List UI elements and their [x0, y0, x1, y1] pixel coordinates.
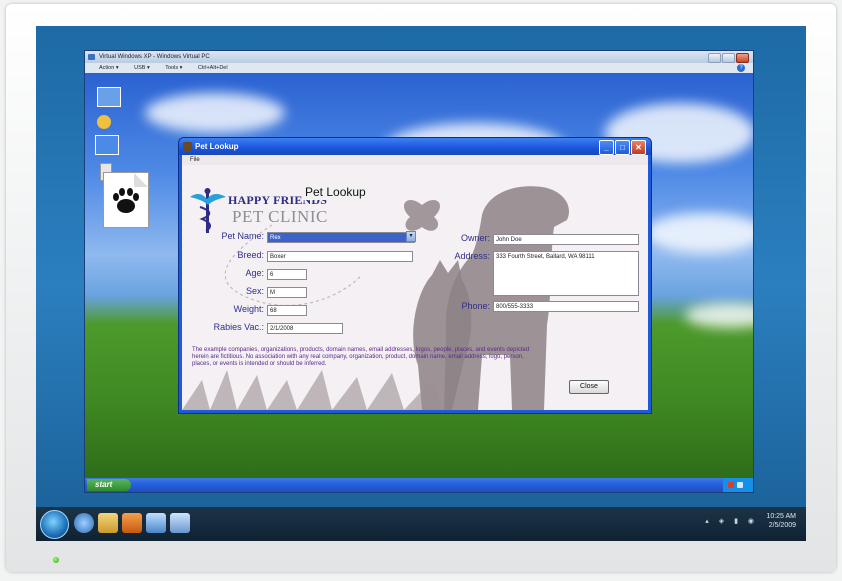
maximize-icon[interactable]: □ — [615, 140, 630, 155]
grass-silhouette — [182, 370, 444, 410]
tray-network-icon[interactable] — [728, 482, 734, 488]
vpc-title: Virtual Windows XP - Windows Virtual PC — [99, 54, 210, 60]
clock-date: 2/5/2009 — [768, 522, 796, 529]
vpc-menu-action[interactable]: Action ▾ — [99, 63, 119, 73]
desktop-icon-network[interactable] — [95, 135, 119, 155]
minimize-icon[interactable] — [708, 53, 721, 63]
breed-field[interactable]: Boxer — [267, 251, 413, 262]
disclaimer-text: The example companies, organizations, pr… — [192, 347, 530, 367]
xp-taskbar: start — [85, 478, 753, 492]
desktop-file-pet-document[interactable] — [103, 172, 149, 228]
weight-label: Weight: — [233, 304, 264, 314]
owner-field[interactable]: John Doe — [493, 234, 639, 245]
phone-field[interactable]: 800/555-3333 — [493, 301, 639, 312]
media-player-icon[interactable] — [122, 513, 142, 533]
virtual-pc-icon[interactable] — [146, 513, 166, 533]
vpc-menubar: Action ▾ USB ▾ Tools ▾ Ctrl+Alt+Del ? — [85, 63, 753, 73]
sex-field[interactable]: M — [267, 287, 307, 298]
menu-file[interactable]: File — [190, 155, 200, 165]
clock-time: 10:25 AM — [766, 513, 796, 520]
folder-icon[interactable] — [98, 513, 118, 533]
pet-name-label: Pet Name: — [221, 231, 264, 241]
maximize-icon[interactable] — [722, 53, 735, 63]
rabies-vac-field[interactable]: 2/1/2008 — [267, 323, 343, 334]
vpc-app-icon — [88, 54, 95, 60]
owner-label: Owner: — [460, 233, 490, 243]
address-field[interactable]: 333 Fourth Street, Ballard, WA 98111 — [493, 251, 639, 296]
internet-explorer-icon[interactable] — [74, 513, 94, 533]
host-tray-icons[interactable]: ▴ ◈ ▮ ◉ — [705, 517, 758, 525]
system-tray — [723, 478, 753, 492]
cloud — [645, 213, 753, 253]
vpc-menu-tools[interactable]: Tools ▾ — [165, 63, 182, 73]
host-taskbar: ▴ ◈ ▮ ◉ 10:25 AM 2/5/2009 — [36, 507, 806, 541]
close-button[interactable]: Close — [569, 380, 609, 394]
pet-lookup-form: HAPPY FRIENDS PET CLINIC Pet Lookup Pet … — [182, 165, 648, 410]
logo-line-2: PET CLINIC — [232, 207, 328, 226]
caduceus-logo-icon — [190, 188, 226, 233]
desktop-icon-my-documents[interactable] — [97, 87, 121, 107]
virtual-xp-icon[interactable] — [170, 513, 190, 533]
page-title: Pet Lookup — [303, 184, 368, 200]
start-button[interactable]: start — [87, 479, 131, 491]
vpc-menu-ctrl-alt-del[interactable]: Ctrl+Alt+Del — [198, 63, 228, 73]
age-field[interactable]: 6 — [267, 269, 307, 280]
desktop-icon-internet-explorer[interactable] — [97, 115, 111, 129]
pet-lookup-menubar: File — [182, 155, 648, 165]
rabies-vac-label: Rabies Vac.: — [213, 322, 264, 332]
chevron-down-icon[interactable]: ▾ — [406, 231, 416, 242]
help-icon[interactable]: ? — [737, 64, 745, 72]
age-label: Age: — [245, 268, 264, 278]
host-clock[interactable]: 10:25 AM 2/5/2009 — [766, 512, 796, 530]
vpc-menu-usb[interactable]: USB ▾ — [134, 63, 150, 73]
weight-field[interactable]: 68 — [267, 305, 307, 316]
phone-label: Phone: — [461, 301, 490, 311]
pet-lookup-title: Pet Lookup — [195, 142, 239, 151]
pet-lookup-window: Pet Lookup _ □ ✕ File HAPPY FRIENDS PET … — [178, 137, 652, 414]
paw-icon — [113, 173, 148, 213]
breed-label: Breed: — [237, 250, 264, 260]
minimize-icon[interactable]: _ — [599, 140, 614, 155]
vpc-titlebar[interactable]: Virtual Windows XP - Windows Virtual PC — [85, 51, 753, 63]
close-icon[interactable] — [736, 53, 749, 63]
pet-name-input[interactable]: Rex — [267, 232, 415, 243]
butterfly-silhouette — [403, 200, 441, 231]
cloud — [685, 303, 753, 328]
pet-lookup-titlebar[interactable]: Pet Lookup _ □ ✕ — [179, 138, 651, 155]
windows-start-orb[interactable] — [40, 510, 69, 539]
cloud — [145, 93, 285, 133]
close-icon[interactable]: ✕ — [631, 140, 646, 155]
sex-label: Sex: — [245, 286, 264, 296]
address-label: Address: — [454, 251, 490, 261]
power-led — [53, 557, 59, 563]
pet-app-icon — [183, 142, 192, 151]
tray-volume-icon[interactable] — [737, 482, 743, 488]
